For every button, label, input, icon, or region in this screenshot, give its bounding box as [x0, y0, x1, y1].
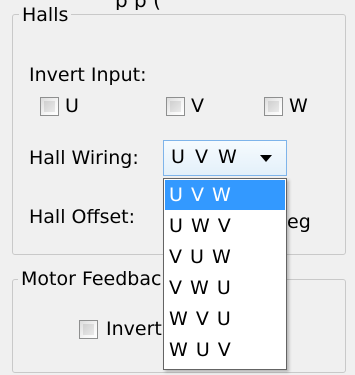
invert-w-label: W [289, 95, 308, 117]
halls-group-legend: Halls [19, 4, 72, 26]
hall-wiring-label: Hall Wiring: [29, 147, 139, 169]
dropdown-option-uwv[interactable]: U W V [165, 211, 285, 241]
hall-wiring-dropdown-list[interactable]: U V W U W V V U W V W U W V U W U V [163, 178, 287, 370]
hall-offset-label: Hall Offset: [29, 206, 136, 228]
hall-wiring-value: U V W [171, 146, 239, 168]
hall-offset-unit: eg [287, 211, 311, 233]
hall-wiring-combobox[interactable]: U V W [163, 140, 287, 176]
motor-feedback-invert-label: Invert [106, 318, 162, 340]
invert-u-checkbox[interactable] [40, 97, 59, 116]
invert-input-label: Invert Input: [29, 64, 147, 86]
motor-feedback-invert-checkbox[interactable] [79, 320, 98, 339]
dropdown-option-wuv[interactable]: W U V [165, 335, 285, 365]
dropdown-option-wvu[interactable]: W V U [165, 304, 285, 334]
invert-v-checkbox[interactable] [166, 97, 185, 116]
dropdown-option-vwu[interactable]: V W U [165, 273, 285, 303]
invert-w-checkbox[interactable] [264, 97, 283, 116]
dropdown-option-vuw[interactable]: V U W [165, 242, 285, 272]
invert-u-label: U [65, 95, 79, 117]
dropdown-option-uvw[interactable]: U V W [165, 180, 285, 210]
chevron-down-icon[interactable] [260, 155, 272, 162]
invert-v-label: V [191, 95, 204, 117]
top-clipped-text: p p ( [115, 0, 161, 10]
motor-feedback-legend: Motor Feedbac [18, 268, 165, 290]
